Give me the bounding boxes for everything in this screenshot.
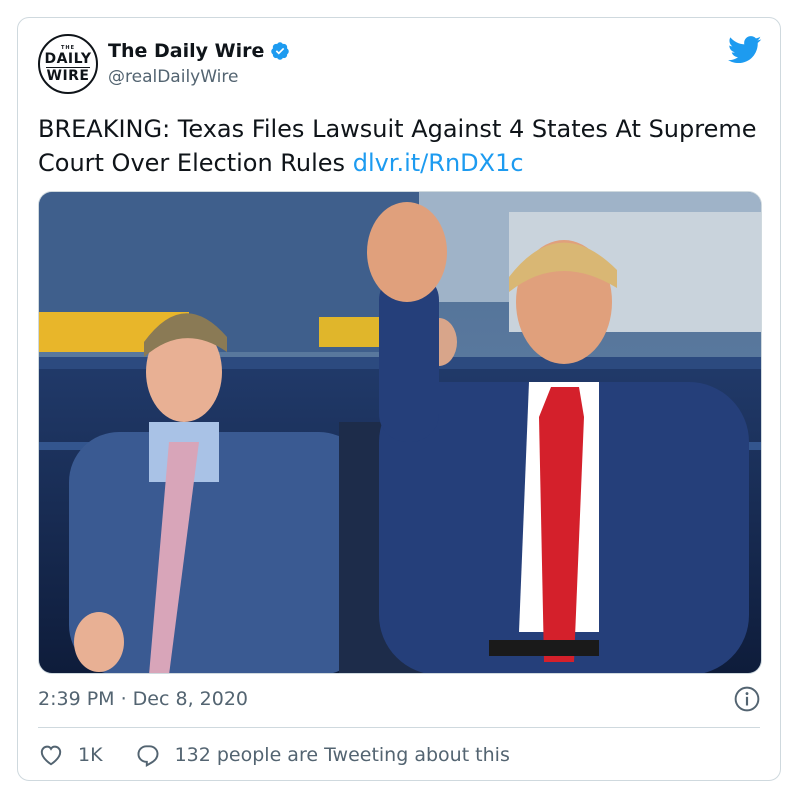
- author-handle[interactable]: @realDailyWire: [108, 67, 238, 87]
- twitter-bird-icon[interactable]: [728, 36, 762, 64]
- avatar-text-line1: DAILY: [44, 50, 92, 67]
- tweeting-about-text: 132 people are Tweeting about this: [174, 744, 510, 766]
- like-count: 1K: [78, 744, 103, 766]
- reply-bubble-icon: [137, 745, 159, 767]
- photo-illustration: [39, 192, 761, 673]
- avatar-text-line2: WIRE: [46, 67, 90, 84]
- like-button[interactable]: 1K: [38, 742, 103, 768]
- tweet-timestamp[interactable]: 2:39 PM · Dec 8, 2020: [38, 688, 248, 710]
- divider: [38, 727, 760, 728]
- display-name[interactable]: The Daily Wire: [108, 40, 264, 62]
- verified-badge-icon: [271, 42, 290, 60]
- tweet-card[interactable]: THE DAILY WIRE The Daily Wire @realDaily…: [17, 17, 781, 781]
- avatar[interactable]: THE DAILY WIRE: [38, 34, 98, 94]
- tweet-photo[interactable]: [38, 191, 762, 674]
- tweet-link[interactable]: dlvr.it/RnDX1c: [353, 149, 524, 177]
- info-icon[interactable]: [734, 686, 760, 712]
- engagement-bar: 1K 132 people are Tweeting about this: [38, 742, 510, 768]
- avatar-text-top: THE: [60, 44, 75, 51]
- heart-icon: [40, 745, 62, 766]
- reply-button[interactable]: 132 people are Tweeting about this: [135, 742, 510, 768]
- tweet-text: BREAKING: Texas Files Lawsuit Against 4 …: [38, 112, 758, 180]
- author-name-row[interactable]: The Daily Wire: [108, 40, 290, 62]
